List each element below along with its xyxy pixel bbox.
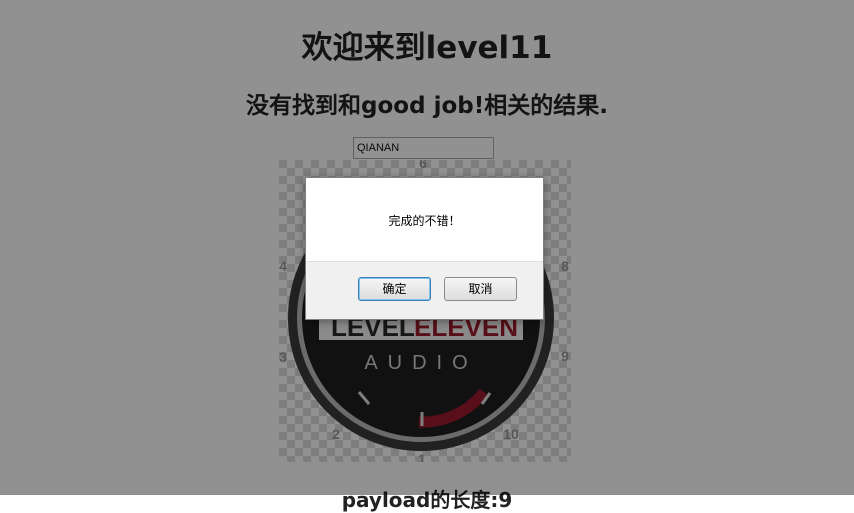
dialog-message: 完成的不错！ (388, 214, 461, 228)
dialog-footer: 确定 取消 (306, 261, 543, 319)
alert-dialog: 完成的不错！ 确定 取消 (305, 177, 544, 320)
ok-button[interactable]: 确定 (358, 277, 431, 301)
dialog-body: 完成的不错！ (306, 178, 543, 261)
cancel-button[interactable]: 取消 (444, 277, 517, 301)
